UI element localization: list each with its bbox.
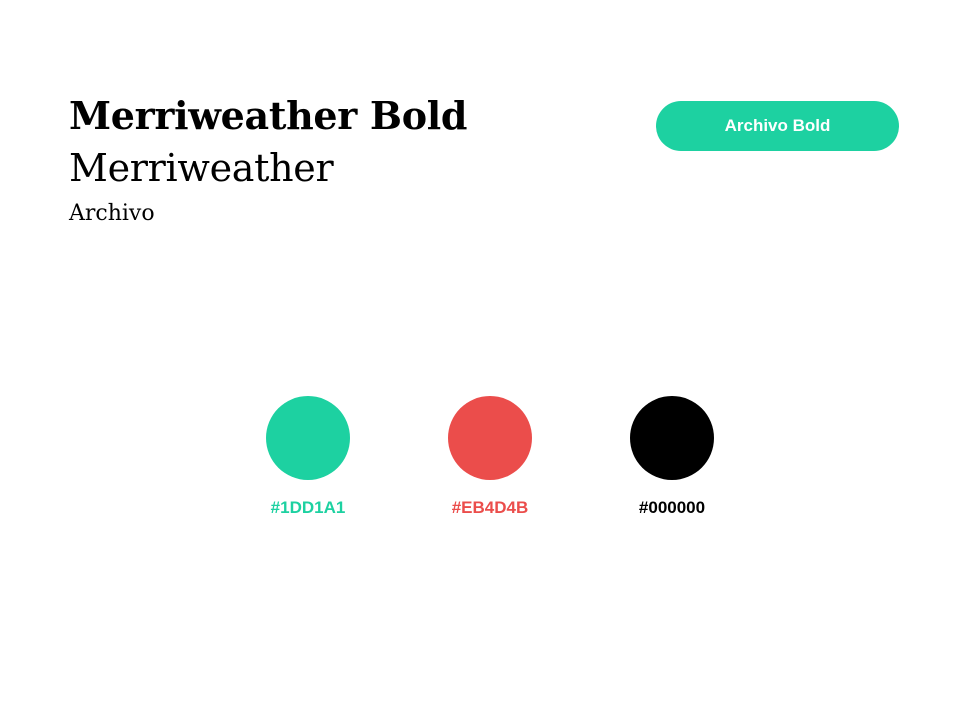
color-circle-green [266,396,350,480]
swatch-red: #EB4D4B [448,396,532,517]
body-font-sample: Archivo [69,201,155,226]
color-hex-red: #EB4D4B [451,498,529,517]
color-hex-black: #000000 [638,498,706,517]
heading-regular-sample: Merriweather [69,146,334,190]
color-circle-black [630,396,714,480]
heading-bold-sample: Merriweather Bold [69,93,468,138]
swatch-black: #000000 [630,396,714,517]
archivo-bold-button[interactable]: Archivo Bold [656,101,899,151]
color-hex-green: #1DD1A1 [270,498,346,517]
color-circle-red [448,396,532,480]
type-specimen: Merriweather Bold Merriweather Archivo [69,90,468,234]
swatch-green: #1DD1A1 [266,396,350,517]
